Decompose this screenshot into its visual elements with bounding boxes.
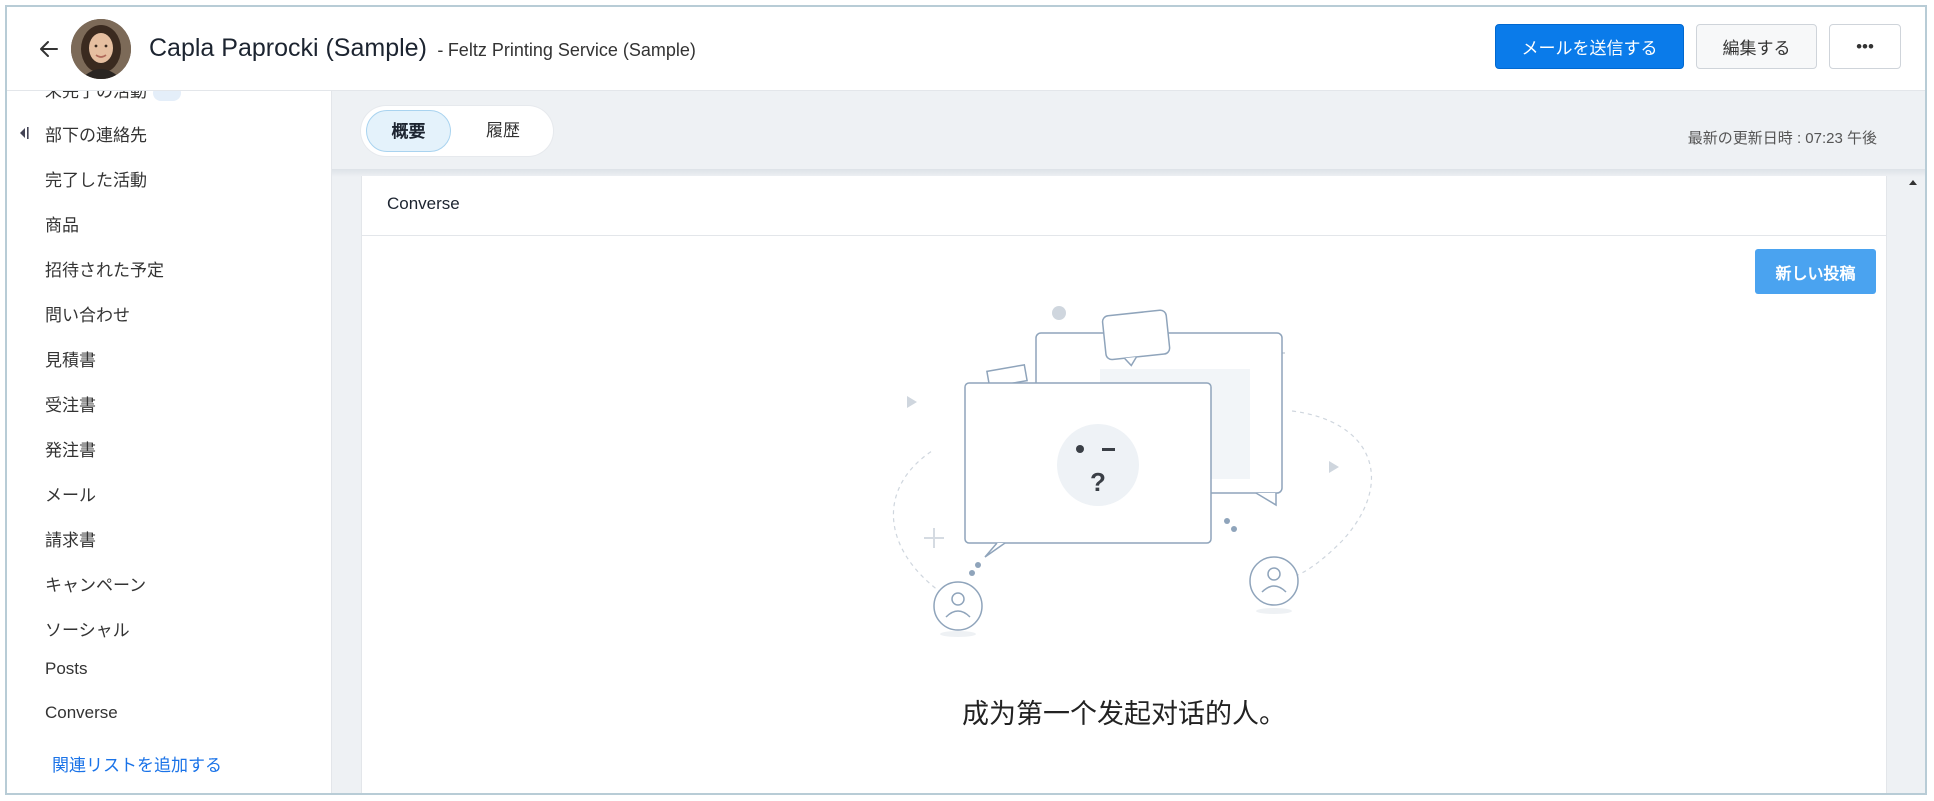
- empty-state-message: 成为第一个发起对话的人。: [962, 699, 1286, 729]
- view-tabs: 概要 履歴: [361, 106, 553, 156]
- sidebar-item-social[interactable]: ソーシャル: [45, 616, 130, 641]
- send-email-button[interactable]: メールを送信する: [1495, 24, 1684, 69]
- sidebar-item-emails[interactable]: メール: [45, 481, 96, 506]
- tab-history[interactable]: 履歴: [458, 110, 548, 152]
- panel-header: Converse: [362, 176, 1886, 236]
- scroll-up-icon[interactable]: [1907, 177, 1919, 189]
- panel-title: Converse: [387, 194, 460, 213]
- add-related-list-link[interactable]: 関連リストを追加する: [52, 751, 222, 776]
- app-window: Capla Paprocki (Sample) - Feltz Printing…: [5, 5, 1927, 795]
- sidebar-item-products[interactable]: 商品: [45, 211, 79, 236]
- sidebar-item-open-activities[interactable]: 未完了の活動: [45, 91, 181, 102]
- collapse-sidebar-icon[interactable]: [18, 124, 30, 147]
- last-updated-timestamp: 最新の更新日時 : 07:23 午後: [1687, 130, 1877, 147]
- related-lists-sidebar: 未完了の活動 部下の連絡先 完了した活動 商品 招待された予定 問い合わせ 見積…: [7, 91, 332, 793]
- sidebar-item-campaigns[interactable]: キャンペーン: [45, 571, 146, 596]
- new-post-button[interactable]: 新しい投稿: [1755, 249, 1876, 294]
- sidebar-item-invited-events[interactable]: 招待された予定: [45, 256, 164, 281]
- main-content: 概要 履歴 最新の更新日時 : 07:23 午後 Converse 新しい投稿: [332, 91, 1925, 793]
- contact-avatar: [71, 19, 131, 79]
- svg-text:?: ?: [1090, 467, 1106, 497]
- record-title: Capla Paprocki (Sample) - Feltz Printing…: [149, 34, 696, 63]
- tab-overview[interactable]: 概要: [366, 110, 451, 152]
- sidebar-item-converse[interactable]: Converse: [45, 703, 118, 723]
- contact-name: Capla Paprocki (Sample): [149, 34, 427, 62]
- sidebar-item-quotes[interactable]: 見積書: [45, 346, 96, 371]
- sidebar-item-invoices[interactable]: 請求書: [45, 526, 96, 551]
- count-badge: [153, 91, 181, 101]
- back-button[interactable]: [35, 35, 63, 63]
- sidebar-item-purchase-orders[interactable]: 発注書: [45, 436, 96, 461]
- sidebar-item-cases[interactable]: 問い合わせ: [45, 301, 130, 326]
- empty-conversation-illustration: ?: [892, 306, 1373, 637]
- sidebar-item-posts[interactable]: Posts: [45, 659, 88, 679]
- title-separator: -: [437, 40, 444, 60]
- converse-panel: Converse 新しい投稿 ? 成为第一个发起对话的人。: [361, 176, 1887, 793]
- edit-button[interactable]: 編集する: [1696, 24, 1817, 69]
- arrow-left-icon: [40, 41, 58, 57]
- more-options-button[interactable]: •••: [1829, 24, 1901, 69]
- sidebar-item-sales-orders[interactable]: 受注書: [45, 391, 96, 416]
- company-link[interactable]: Feltz Printing Service (Sample): [448, 40, 696, 60]
- record-header: Capla Paprocki (Sample) - Feltz Printing…: [7, 7, 1925, 91]
- sidebar-item-reporting-contacts[interactable]: 部下の連絡先: [45, 121, 147, 146]
- sidebar-item-closed-activities[interactable]: 完了した活動: [45, 166, 147, 191]
